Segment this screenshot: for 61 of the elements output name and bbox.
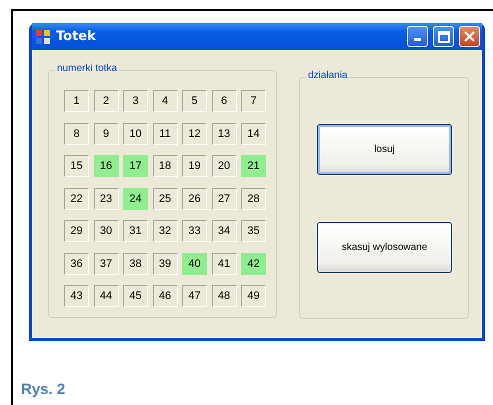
number-label: 47: [182, 285, 207, 307]
number-label: 19: [182, 155, 207, 177]
number-label: 46: [152, 285, 178, 307]
number-label: 48: [212, 285, 236, 307]
number-label: 9: [94, 122, 118, 144]
group-title: numerki totka: [55, 63, 120, 74]
action-button[interactable]: losuj: [317, 124, 452, 175]
number-label: 1: [64, 90, 89, 112]
number-label: 49: [241, 285, 266, 307]
number-label: 14: [241, 122, 266, 144]
number-label: 41: [212, 252, 236, 274]
close-button[interactable]: [459, 26, 480, 47]
minimize-button[interactable]: [407, 26, 428, 47]
number-label: 26: [182, 188, 207, 210]
number-label: 37: [94, 252, 118, 274]
number-label: 33: [182, 220, 207, 242]
number-label: 28: [241, 188, 266, 210]
app-icon: [35, 28, 51, 44]
number-label: 10: [123, 122, 148, 144]
number-label: 8: [64, 122, 89, 144]
figure-caption: Rys. 2: [21, 381, 66, 398]
number-label: 23: [94, 188, 118, 210]
number-label: 40: [182, 252, 207, 274]
number-label: 39: [152, 252, 178, 274]
number-label: 6: [212, 90, 236, 112]
action-button[interactable]: skasuj wylosowane: [317, 222, 452, 273]
number-label: 7: [241, 90, 266, 112]
number-label: 42: [241, 252, 266, 274]
number-label: 4: [152, 90, 178, 112]
number-label: 16: [94, 155, 118, 177]
number-label: 5: [182, 90, 207, 112]
number-label: 29: [64, 220, 89, 242]
number-label: 2: [94, 90, 118, 112]
number-label: 34: [212, 220, 236, 242]
maximize-icon: [438, 30, 450, 42]
number-label: 22: [64, 188, 89, 210]
number-label: 13: [212, 122, 236, 144]
number-label: 43: [64, 285, 89, 307]
close-icon: [464, 31, 475, 42]
number-label: 32: [152, 220, 178, 242]
number-label: 24: [123, 188, 148, 210]
number-label: 31: [123, 220, 148, 242]
number-label: 3: [123, 90, 148, 112]
number-label: 35: [241, 220, 266, 242]
number-label: 30: [94, 220, 118, 242]
number-label: 38: [123, 252, 148, 274]
number-label: 45: [123, 285, 148, 307]
number-label: 15: [64, 155, 89, 177]
number-label: 20: [212, 155, 236, 177]
number-label: 18: [152, 155, 178, 177]
maximize-button[interactable]: [433, 26, 454, 47]
window-title: Totek: [56, 29, 97, 44]
number-label: 17: [123, 155, 148, 177]
number-label: 11: [152, 122, 178, 144]
number-label: 12: [182, 122, 207, 144]
number-label: 21: [241, 155, 266, 177]
number-label: 36: [64, 252, 89, 274]
number-label: 25: [152, 188, 178, 210]
number-label: 44: [94, 285, 118, 307]
number-label: 27: [212, 188, 236, 210]
group-title: działania: [306, 70, 350, 81]
